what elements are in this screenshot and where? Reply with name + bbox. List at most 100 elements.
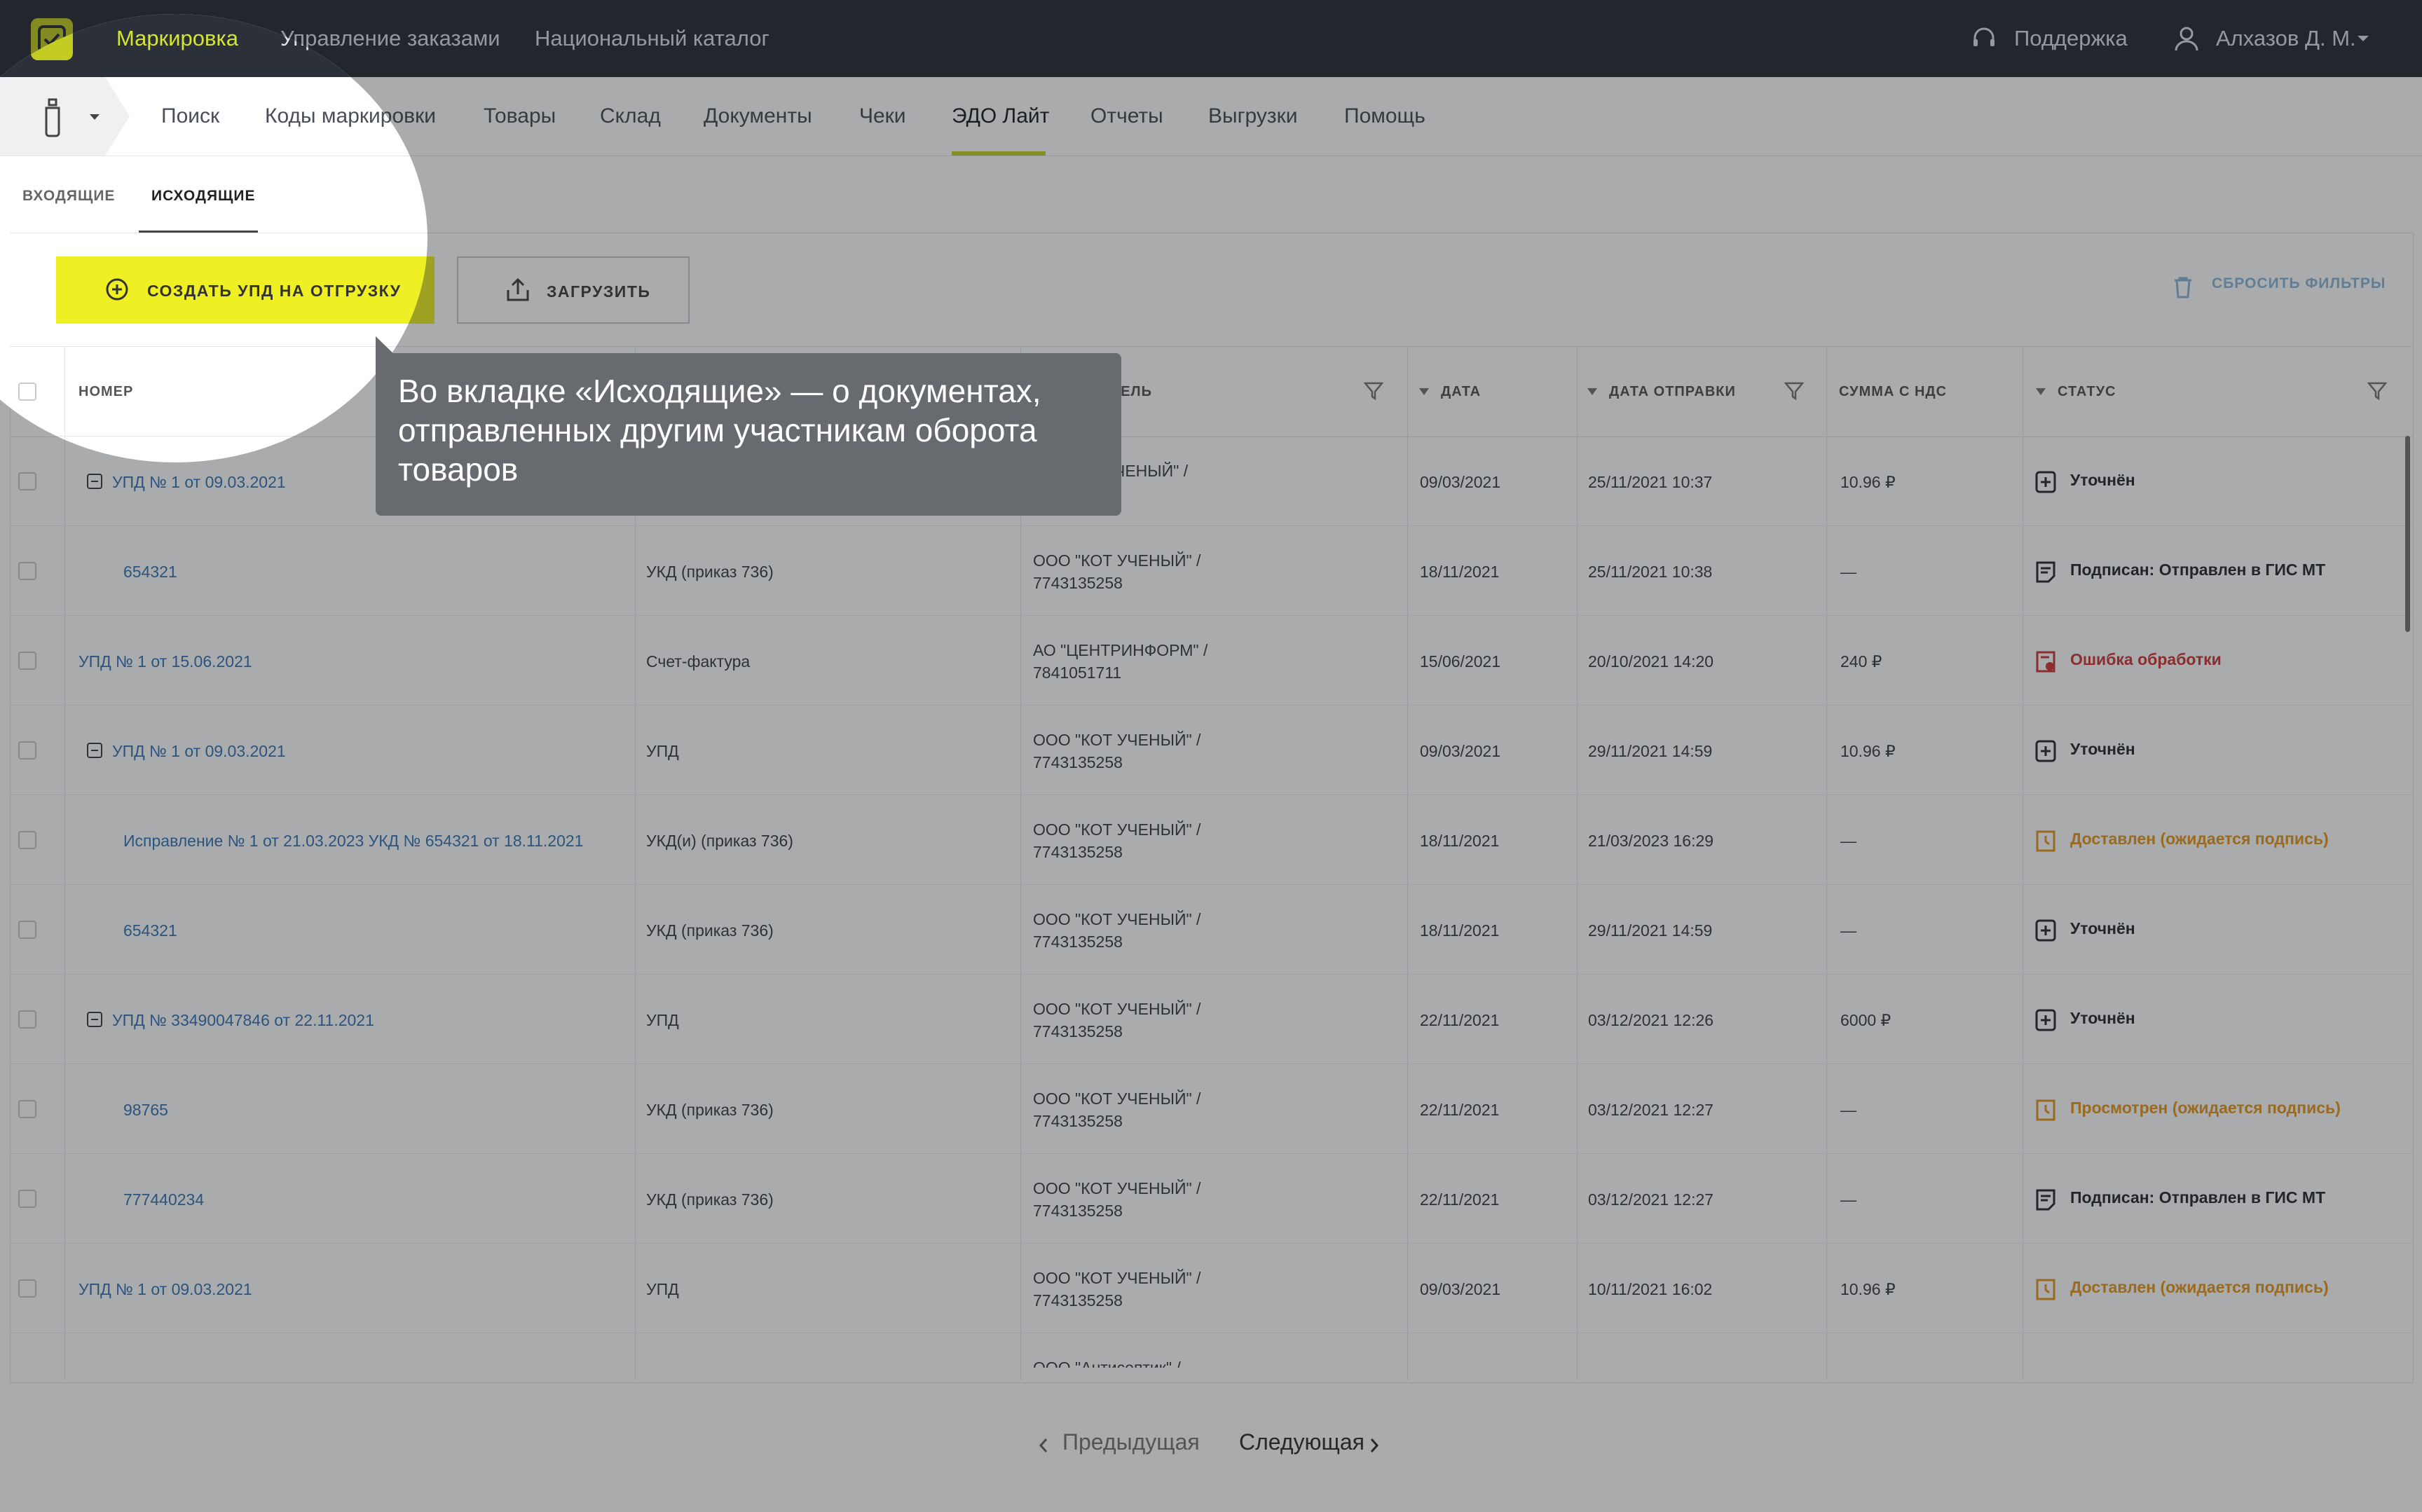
status-badge: Уточнён [2070,471,2135,489]
sent-date: 10/11/2021 16:02 [1588,1280,1713,1298]
upload-label: ЗАГРУЗИТЬ [547,282,651,301]
doc-number-link[interactable]: УПД № 1 от 15.06.2021 [78,650,252,673]
header-status[interactable]: СТАТУС [2058,384,2116,400]
chevron-left-icon[interactable] [1039,1438,1048,1457]
doc-date: 15/06/2021 [1420,652,1501,671]
doc-type: УКД (приказ 736) [646,921,774,940]
subnav-warehouse[interactable]: Склад [600,77,661,156]
header-sent-date[interactable]: ДАТА ОТПРАВКИ [1609,384,1736,400]
row-checkbox[interactable] [18,562,36,580]
doc-date: 09/03/2021 [1420,473,1501,491]
refined-status-icon [2035,471,2056,497]
row-checkbox[interactable] [18,472,36,490]
collapse-icon[interactable] [87,743,102,758]
header-sum[interactable]: СУММА С НДС [1839,384,1947,400]
user-icon [2173,24,2201,55]
chevron-down-icon[interactable] [2356,34,2370,47]
doc-number-link[interactable]: УПД № 33490047846 от 22.11.2021 [112,1009,374,1031]
doc-type: УПД [646,1280,679,1298]
sort-icon[interactable] [1587,387,1598,399]
tooltip-text: Во вкладке «Исходящие» — о документах, о… [398,373,1041,488]
row-checkbox[interactable] [18,1190,36,1208]
status-badge: Уточнён [2070,740,2135,758]
support-link[interactable]: Поддержка [2014,0,2128,77]
select-all-checkbox [18,383,36,401]
sort-icon[interactable] [1418,387,1430,399]
reset-filters-link[interactable]: СБРОСИТЬ ФИЛЬТРЫ [2212,275,2386,292]
sum: — [1840,832,1856,850]
sum: — [1840,563,1856,581]
refined-status-icon [2035,740,2056,766]
doc-number-link[interactable]: 98765 [123,1099,168,1121]
org-inn: 7743135258 [1033,753,1123,771]
row-checkbox[interactable] [18,741,36,760]
org-name: ООО "КОТ УЧЕНЫЙ" / [1033,551,1201,570]
doc-number-link[interactable]: Исправление № 1 от 21.03.2023 УКД № 6543… [123,830,583,852]
chevron-down-icon [88,112,101,125]
headset-icon[interactable] [1971,25,1997,55]
doc-number-link[interactable]: УПД № 1 от 09.03.2021 [112,471,286,493]
doc-type: УПД [646,1011,679,1029]
sent-date: 25/11/2021 10:37 [1588,473,1713,491]
org-inn: 7841051711 [1033,664,1122,682]
sort-icon[interactable] [2035,387,2046,399]
upload-icon [506,277,530,307]
status-badge: Подписан: Отправлен в ГИС МТ [2070,1188,2326,1207]
org-name: АО "ЦЕНТРИНФОРМ" / [1033,641,1208,659]
upload-button[interactable]: ЗАГРУЗИТЬ [457,256,690,324]
org-inn: 7743135258 [1033,1291,1123,1310]
create-upd-button: СОЗДАТЬ УПД НА ОТГРУЗКУ [56,256,427,324]
chevron-right-icon[interactable] [1369,1438,1379,1457]
doc-number-link[interactable]: 654321 [123,919,177,942]
row-checkbox[interactable] [18,831,36,849]
row-checkbox[interactable] [18,652,36,670]
org-inn: 7743135258 [1033,1022,1123,1040]
filter-icon[interactable] [2367,381,2388,404]
subnav-documents[interactable]: Документы [704,77,812,156]
subnav-goods[interactable]: Товары [484,77,556,156]
pending-status-icon [2035,1099,2056,1125]
doc-number-link[interactable]: УПД № 1 от 09.03.2021 [112,740,286,762]
sum: — [1840,1190,1856,1209]
subnav-help[interactable]: Помощь [1344,77,1425,156]
doc-number-link[interactable]: 654321 [123,561,177,583]
doc-number-link[interactable]: УПД № 1 от 09.03.2021 [78,1278,252,1300]
row-checkbox[interactable] [18,1010,36,1029]
subnav-reports[interactable]: Отчеты [1090,77,1163,156]
org-inn: 7743135258 [1033,1202,1123,1220]
prev-page-button[interactable]: Предыдущая [1062,1429,1200,1455]
collapse-icon[interactable] [87,1012,102,1027]
create-upd-label: СОЗДАТЬ УПД НА ОТГРУЗКУ [147,282,402,300]
tab-outgoing: ИСХОДЯЩИЕ [151,188,256,204]
doc-number-link[interactable]: 777440234 [123,1188,204,1211]
topnav-catalog[interactable]: Национальный каталог [535,0,769,77]
org-name: ООО "КОТ УЧЕНЫЙ" / [1033,731,1201,749]
trash-icon[interactable] [2173,276,2194,302]
doc-date: 18/11/2021 [1420,921,1500,940]
row-checkbox[interactable] [18,921,36,939]
org-inn: 7743135258 [1033,843,1123,861]
signed-status-icon [2035,1188,2056,1214]
sent-date: 03/12/2021 12:26 [1588,1011,1714,1029]
next-page-button[interactable]: Следующая [1239,1429,1364,1455]
active-tab-indicator [952,151,1046,156]
sent-date: 29/11/2021 14:59 [1588,921,1713,940]
user-name[interactable]: Алхазов Д. М. [2216,0,2356,77]
status-badge: Ошибка обработки [2070,650,2222,668]
header-date[interactable]: ДАТА [1441,384,1481,400]
subnav-receipts[interactable]: Чеки [859,77,906,156]
doc-type: УКД (приказ 736) [646,563,774,581]
sum: 6000 ₽ [1840,1011,1891,1029]
collapse-icon[interactable] [87,474,102,489]
row-checkbox[interactable] [18,1100,36,1118]
status-badge: Уточнён [2070,919,2135,937]
table-scrollbar[interactable] [2405,436,2410,632]
subnav-search: Поиск [161,104,220,128]
filter-icon[interactable] [1784,381,1805,404]
filter-icon[interactable] [1363,381,1384,404]
subnav-exports[interactable]: Выгрузки [1208,77,1298,156]
subnav-edo-lite[interactable]: ЭДО Лайт [952,77,1049,156]
row-checkbox[interactable] [18,1279,36,1298]
sent-date: 25/11/2021 10:38 [1588,563,1713,581]
sent-date: 20/10/2021 14:20 [1588,652,1714,671]
